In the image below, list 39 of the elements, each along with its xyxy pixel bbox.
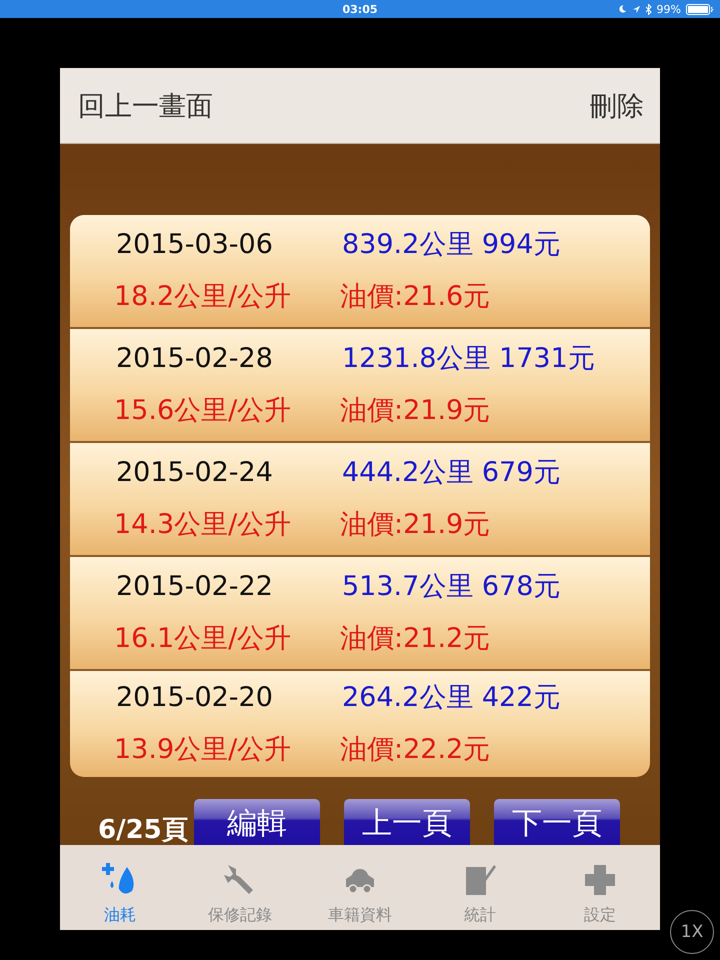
record-card[interactable]: 2015-02-24 444.2公里 679元 14.3公里/公升 油價:21.9元 [70, 443, 650, 558]
distance-cost: 264.2公里 422元 [342, 681, 560, 716]
battery-icon [686, 4, 714, 14]
fuel-price: 油價:21.9元 [340, 508, 490, 542]
fuel-efficiency: 16.1公里/公升 [114, 622, 292, 656]
location-icon [632, 4, 641, 14]
fuel-price: 油價:21.2元 [340, 622, 490, 656]
fuel-price: 油價:21.9元 [340, 394, 490, 428]
record-card[interactable]: 2015-02-28 1231.8公里 1731元 15.6公里/公升 油價:21.9元 [70, 329, 650, 444]
fuel-efficiency: 18.2公里/公升 [114, 280, 292, 314]
fuel-efficiency: 15.6公里/公升 [114, 394, 292, 428]
page-indicator: 6/25頁 [98, 814, 188, 846]
record-card[interactable]: 2015-03-06 839.2公里 994元 18.2公里/公升 油價:21.6元 [70, 215, 650, 330]
distance-cost: 1231.8公里 1731元 [342, 342, 595, 376]
plus-icon [583, 863, 617, 897]
bluetooth-icon [646, 4, 652, 14]
fuel-efficiency: 14.3公里/公升 [114, 508, 292, 542]
fuel-price: 油價:22.2元 [340, 733, 490, 768]
pager-button[interactable]: 上一頁 [344, 799, 470, 846]
fuel-efficiency: 13.9公里/公升 [114, 733, 292, 768]
record-date: 2015-02-28 [116, 342, 274, 376]
record-date: 2015-03-06 [116, 228, 274, 262]
distance-cost: 513.7公里 678元 [342, 570, 560, 604]
back-button[interactable]: 回上一畫面 [78, 88, 213, 124]
fuel-price: 油價:21.6元 [340, 280, 490, 314]
record-date: 2015-02-20 [116, 681, 274, 716]
zoom-button[interactable]: 1X [670, 910, 714, 954]
moon-icon [618, 4, 627, 14]
record-date: 2015-02-24 [116, 456, 274, 490]
record-card[interactable]: 2015-02-20 264.2公里 422元 13.9公里/公升 油價:22.2元 [70, 671, 650, 778]
distance-cost: 444.2公里 679元 [342, 456, 560, 490]
record-date: 2015-02-22 [116, 570, 274, 604]
pager-button[interactable]: 編輯 [194, 799, 320, 846]
record-card[interactable]: 2015-02-22 513.7公里 678元 16.1公里/公升 油價:21.2元 [70, 557, 650, 672]
battery-percent: 99% [656, 2, 681, 16]
distance-cost: 839.2公里 994元 [342, 228, 560, 262]
delete-button[interactable]: 刪除 [590, 88, 644, 124]
clock-time: 03:05 [342, 2, 378, 16]
pager-button[interactable]: 下一頁 [494, 799, 620, 846]
